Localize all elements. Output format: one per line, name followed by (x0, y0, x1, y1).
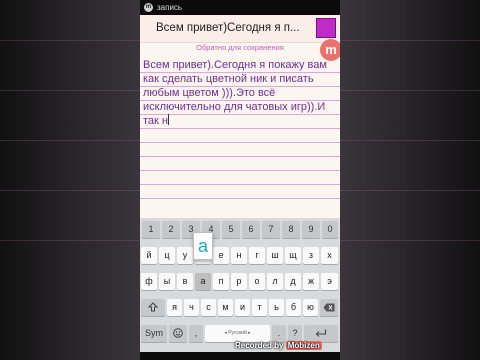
key-х[interactable]: х (321, 247, 338, 264)
key-з[interactable]: з (303, 247, 319, 264)
phone-screen: m запись Всем привет)Сегодня я п... Обра… (140, 0, 340, 360)
question-key[interactable]: ? (288, 325, 302, 342)
color-picker-button[interactable] (316, 18, 336, 38)
key-л[interactable]: л (267, 273, 283, 290)
period-key[interactable]: . (272, 325, 286, 342)
key-ч[interactable]: ч (184, 299, 199, 316)
recording-icon: m (144, 3, 153, 12)
key-0[interactable]: 0 (322, 221, 338, 238)
editor-text-wrap[interactable]: Всем привет).Сегодня я покажу вам как сд… (143, 58, 337, 128)
key-preview-popup: а (193, 232, 213, 260)
text-editor[interactable]: Всем привет).Сегодня я покажу вам как сд… (140, 55, 340, 220)
line-rule (140, 170, 340, 171)
line-rule (140, 156, 340, 157)
keyboard: 1 2 3 4 5 6 7 8 9 0 й ц у к е н г ш щ з … (140, 218, 340, 352)
key-и[interactable]: и (235, 299, 250, 316)
text-cursor (167, 114, 169, 125)
watermark-prefix: Recorded by (235, 341, 284, 350)
recording-label: запись (157, 3, 183, 12)
line-rule (140, 142, 340, 143)
space-key[interactable]: ◂ Русский ▸ (205, 325, 270, 342)
backspace-key[interactable] (320, 299, 338, 316)
note-title[interactable]: Всем привет)Сегодня я п... (156, 22, 300, 34)
key-э[interactable]: э (321, 273, 338, 290)
key-9[interactable]: 9 (302, 221, 320, 238)
key-г[interactable]: г (249, 247, 265, 264)
smiley-icon (173, 328, 183, 338)
key-с[interactable]: с (201, 299, 216, 316)
comma-key[interactable]: , (189, 325, 203, 342)
key-щ[interactable]: щ (285, 247, 301, 264)
editor-text: Всем привет).Сегодня я покажу вам как сд… (143, 59, 330, 127)
key-1[interactable]: 1 (142, 221, 160, 238)
key-а[interactable]: а (195, 273, 211, 290)
key-д[interactable]: д (285, 273, 301, 290)
line-rule (140, 198, 340, 199)
shift-key[interactable] (141, 299, 165, 316)
emoji-key[interactable] (169, 325, 187, 342)
key-о[interactable]: о (249, 273, 265, 290)
key-н[interactable]: н (231, 247, 247, 264)
key-ь[interactable]: ь (269, 299, 284, 316)
key-ф[interactable]: ф (141, 273, 157, 290)
key-у[interactable]: у (177, 247, 193, 264)
key-5[interactable]: 5 (222, 221, 240, 238)
enter-key[interactable] (304, 325, 338, 342)
key-е[interactable]: е (213, 247, 229, 264)
backspace-icon (323, 303, 335, 312)
shift-icon (147, 302, 159, 312)
key-ж[interactable]: ж (303, 273, 319, 290)
key-ю[interactable]: ю (303, 299, 318, 316)
line-rule (140, 128, 340, 129)
recording-watermark: Recorded by Mobizen (235, 341, 322, 350)
key-й[interactable]: й (141, 247, 157, 264)
key-2[interactable]: 2 (162, 221, 180, 238)
key-6[interactable]: 6 (242, 221, 260, 238)
key-ц[interactable]: ц (159, 247, 175, 264)
sym-key[interactable]: Sym (141, 325, 167, 342)
key-я[interactable]: я (167, 299, 182, 316)
key-8[interactable]: 8 (282, 221, 300, 238)
title-bar: Всем привет)Сегодня я п... (140, 15, 340, 43)
watermark-brand: Mobizen (285, 341, 322, 350)
enter-icon (315, 329, 327, 337)
key-7[interactable]: 7 (262, 221, 280, 238)
navigation-bar (140, 352, 340, 360)
blurred-background-left (0, 0, 140, 360)
key-в[interactable]: в (177, 273, 193, 290)
key-р[interactable]: р (231, 273, 247, 290)
key-ы[interactable]: ы (159, 273, 175, 290)
save-hint: Обратно для сохранения (196, 43, 284, 52)
status-bar: m запись (140, 0, 340, 15)
key-т[interactable]: т (252, 299, 267, 316)
key-п[interactable]: п (213, 273, 229, 290)
key-м[interactable]: м (218, 299, 233, 316)
line-rule (140, 184, 340, 185)
key-ш[interactable]: ш (267, 247, 283, 264)
key-б[interactable]: б (286, 299, 301, 316)
blurred-background-right (340, 0, 480, 360)
